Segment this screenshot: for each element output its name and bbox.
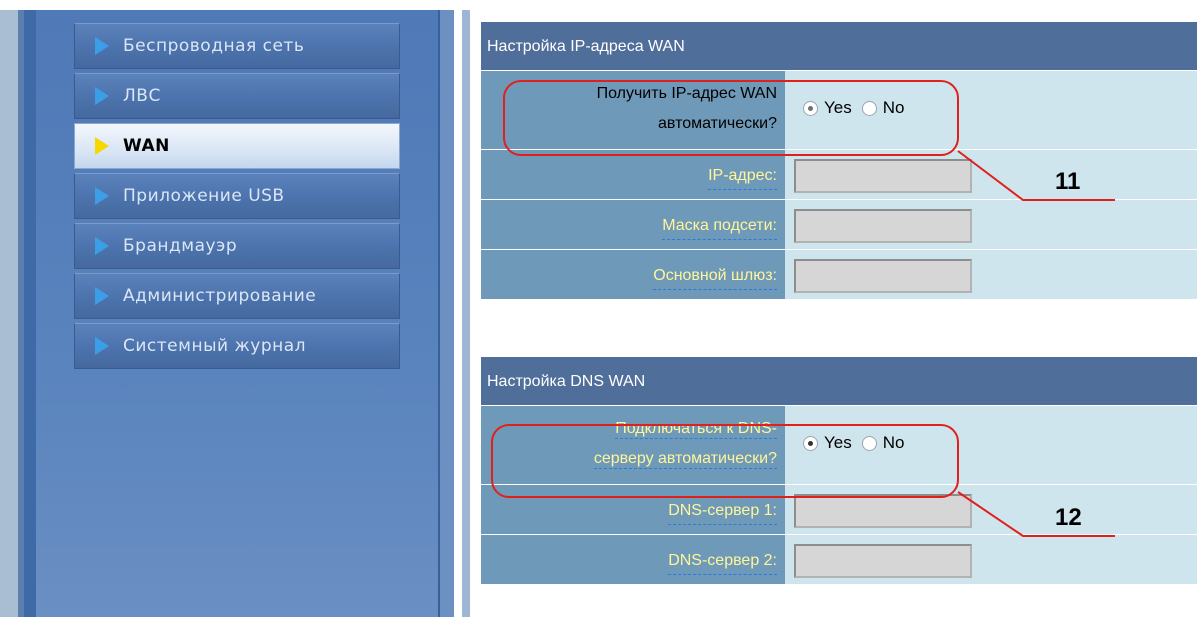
dns-server-2-value-cell: [785, 535, 1197, 584]
sidebar-item-firewall[interactable]: Брандмауэр: [74, 223, 400, 269]
wan-dns-auto-yes-label[interactable]: Yes: [824, 433, 852, 453]
wan-ip-auto-label-line2: автоматически?: [658, 115, 777, 132]
sidebar: Беспроводная сеть ЛВС WAN Приложение USB…: [0, 0, 470, 617]
default-gateway-label-cell: Основной шлюз:: [481, 250, 785, 299]
subnet-mask-label: Маска подсети:: [662, 214, 777, 240]
wan-ip-auto-no-radio[interactable]: [861, 100, 877, 116]
dns-server-1-value-cell: [785, 485, 1197, 534]
dns-server-1-row: DNS-сервер 1:: [481, 485, 1197, 535]
subnet-mask-label-cell: Маска подсети:: [481, 200, 785, 249]
wan-dns-auto-no-radio[interactable]: [861, 435, 877, 451]
ip-address-label: IP-адрес:: [708, 164, 777, 190]
wan-ip-auto-no-label[interactable]: No: [883, 98, 905, 118]
default-gateway-row: Основной шлюз:: [481, 250, 1197, 300]
dns-server-2-row: DNS-сервер 2:: [481, 535, 1197, 585]
arrow-right-icon: [95, 337, 109, 355]
arrow-right-icon: [95, 37, 109, 55]
wan-ip-auto-value: Yes No: [785, 71, 1197, 149]
sidebar-item-label: Приложение USB: [123, 186, 285, 206]
sidebar-item-system-log[interactable]: Системный журнал: [74, 323, 400, 369]
sidebar-border-left: [0, 10, 18, 617]
sidebar-item-lan[interactable]: ЛВС: [74, 73, 400, 119]
wan-dns-auto-row: Подключаться к DNS- серверу автоматическ…: [481, 406, 1197, 485]
wan-dns-header: Настройка DNS WAN: [481, 357, 1197, 406]
dns-server-1-label-cell: DNS-сервер 1:: [481, 485, 785, 534]
dns-server-2-label: DNS-сервер 2:: [668, 549, 777, 575]
wan-dns-auto-label-line1: Подключаться к DNS-: [615, 420, 777, 439]
default-gateway-input[interactable]: [794, 259, 972, 293]
wan-ip-header: Настройка IP-адреса WAN: [481, 22, 1197, 71]
wan-dns-auto-label-line2: серверу автоматически?: [593, 450, 777, 469]
sidebar-menu: Беспроводная сеть ЛВС WAN Приложение USB…: [74, 23, 400, 373]
wan-ip-auto-row: Получить IP-адрес WAN автоматически? Yes…: [481, 71, 1197, 150]
dns-server-1-label: DNS-сервер 1:: [668, 499, 777, 525]
sidebar-item-label: WAN: [123, 136, 170, 156]
wan-dns-section: Настройка DNS WAN Подключаться к DNS- се…: [481, 357, 1197, 585]
wan-dns-auto-no-label[interactable]: No: [883, 433, 905, 453]
arrow-right-icon: [95, 287, 109, 305]
ip-address-value-cell: [785, 150, 1197, 199]
wan-dns-auto-value: Yes No: [785, 406, 1197, 484]
arrow-right-icon: [95, 87, 109, 105]
dns-server-2-input[interactable]: [794, 544, 972, 578]
arrow-right-icon: [95, 187, 109, 205]
default-gateway-value-cell: [785, 250, 1197, 299]
sidebar-gap: [454, 10, 462, 617]
wan-dns-auto-yes-radio[interactable]: [803, 435, 818, 451]
wan-dns-auto-label: Подключаться к DNS- серверу автоматическ…: [481, 406, 785, 484]
sidebar-item-wireless[interactable]: Беспроводная сеть: [74, 23, 400, 69]
sidebar-item-usb-application[interactable]: Приложение USB: [74, 173, 400, 219]
ip-address-row: IP-адрес:: [481, 150, 1197, 200]
wan-ip-auto-yes-label[interactable]: Yes: [824, 98, 852, 118]
sidebar-item-label: Администрирование: [123, 286, 317, 306]
default-gateway-label: Основной шлюз:: [653, 264, 777, 290]
sidebar-item-label: ЛВС: [123, 86, 161, 106]
callout-number-12: 12: [1055, 504, 1082, 531]
wan-ip-auto-yes-radio[interactable]: [803, 100, 818, 116]
sidebar-border-right-outer: [462, 10, 470, 617]
ip-address-label-cell: IP-адрес:: [481, 150, 785, 199]
sidebar-item-administration[interactable]: Администрирование: [74, 273, 400, 319]
wan-ip-auto-radio-group: Yes No: [803, 98, 914, 118]
subnet-mask-input[interactable]: [794, 209, 972, 243]
subnet-mask-value-cell: [785, 200, 1197, 249]
sidebar-item-label: Системный журнал: [123, 336, 307, 356]
subnet-mask-row: Маска подсети:: [481, 200, 1197, 250]
arrow-right-icon: [95, 237, 109, 255]
callout-number-11: 11: [1055, 168, 1081, 195]
sidebar-item-wan[interactable]: WAN: [74, 123, 400, 169]
ip-address-input[interactable]: [794, 159, 972, 193]
wan-dns-auto-radio-group: Yes No: [803, 433, 914, 453]
sidebar-item-label: Беспроводная сеть: [123, 36, 305, 56]
sidebar-border-right: [438, 10, 454, 617]
wan-ip-section: Настройка IP-адреса WAN Получить IP-адре…: [481, 22, 1197, 300]
dns-server-2-label-cell: DNS-сервер 2:: [481, 535, 785, 584]
wan-ip-auto-label-line1: Получить IP-адрес WAN: [596, 85, 777, 102]
arrow-right-icon: [95, 137, 109, 155]
dns-server-1-input[interactable]: [794, 494, 972, 528]
sidebar-item-label: Брандмауэр: [123, 236, 238, 256]
wan-ip-auto-label: Получить IP-адрес WAN автоматически?: [481, 71, 785, 149]
